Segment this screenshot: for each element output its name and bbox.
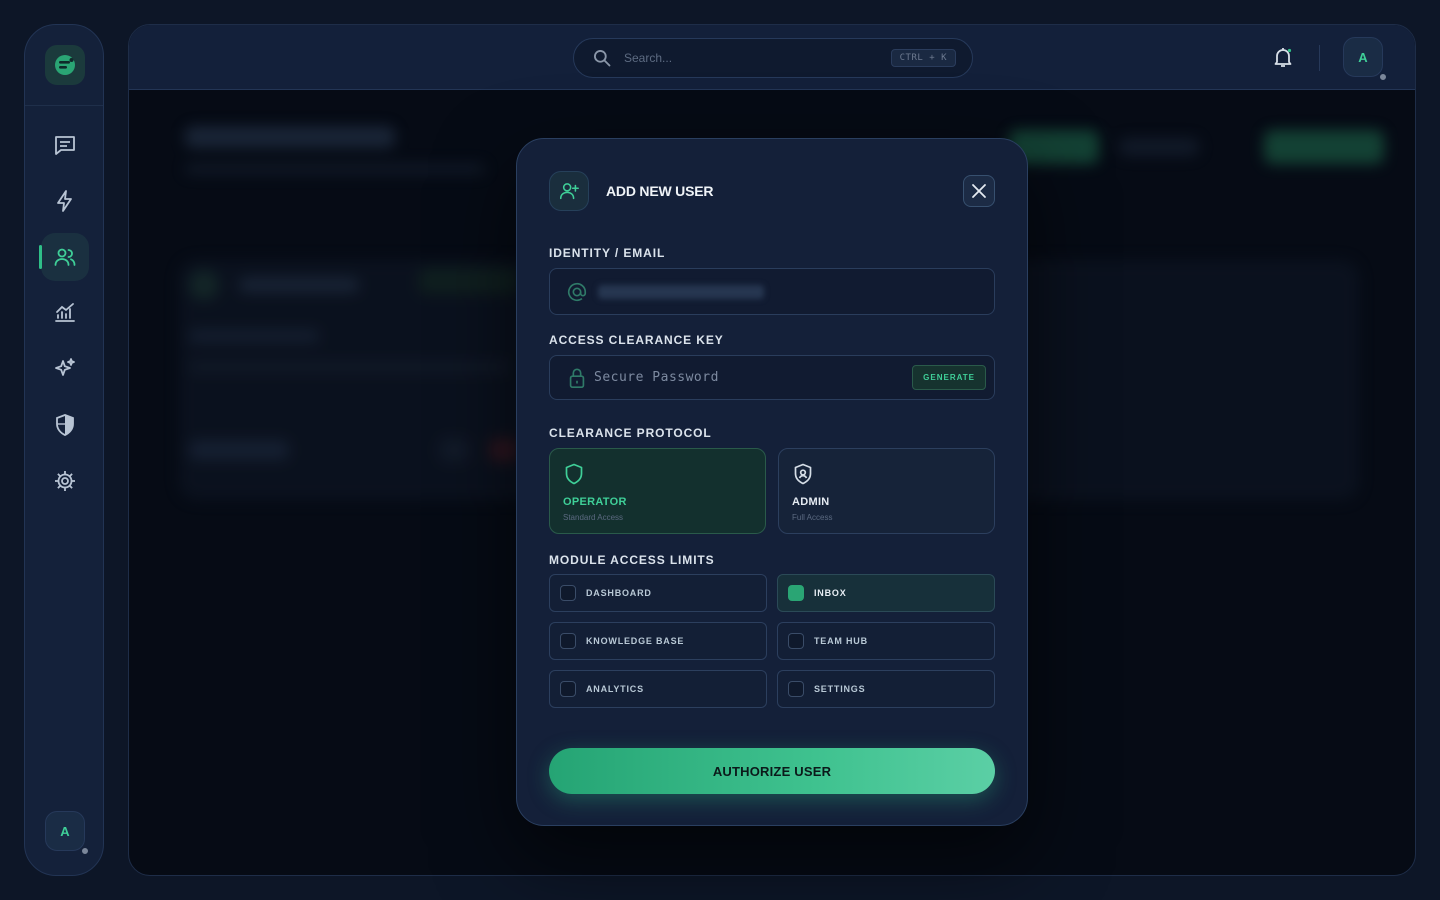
- sidebar-item-settings[interactable]: [41, 457, 89, 505]
- shield-user-icon: [794, 463, 812, 485]
- sidebar-item-ai[interactable]: [41, 345, 89, 393]
- notification-button[interactable]: [1271, 45, 1295, 69]
- email-field[interactable]: [549, 268, 995, 315]
- module-label: ANALYTICS: [586, 684, 644, 694]
- checkbox[interactable]: [560, 681, 576, 697]
- module-checkbox-dashboard[interactable]: DASHBOARD: [549, 574, 767, 612]
- topbar: Search... CTRL + K A: [129, 25, 1415, 90]
- module-checkbox-analytics[interactable]: ANALYTICS: [549, 670, 767, 708]
- search-bar[interactable]: Search... CTRL + K: [573, 38, 973, 78]
- gear-icon: [55, 471, 75, 491]
- divider: [1319, 45, 1320, 71]
- divider: [25, 105, 103, 106]
- role-description: Full Access: [792, 513, 833, 522]
- module-label: INBOX: [814, 588, 847, 598]
- sidebar-item-security[interactable]: [41, 401, 89, 449]
- module-label: SETTINGS: [814, 684, 866, 694]
- module-checkbox-team-hub[interactable]: TEAM HUB: [777, 622, 995, 660]
- modal-icon: [549, 171, 589, 211]
- sidebar: A: [24, 24, 104, 876]
- user-plus-icon: [559, 183, 579, 200]
- checkbox[interactable]: [788, 633, 804, 649]
- module-label: KNOWLEDGE BASE: [586, 636, 685, 646]
- authorize-user-button[interactable]: AUTHORIZE USER: [549, 748, 995, 794]
- checkbox[interactable]: [560, 633, 576, 649]
- search-icon: [594, 50, 611, 67]
- users-icon: [54, 248, 76, 266]
- shield-icon: [565, 463, 583, 485]
- bolt-icon: [57, 190, 72, 212]
- checkbox[interactable]: [788, 681, 804, 697]
- status-dot: [80, 846, 90, 856]
- access-key-label: ACCESS CLEARANCE KEY: [549, 333, 724, 347]
- role-name: ADMIN: [792, 496, 830, 508]
- sparkles-icon: [55, 358, 75, 376]
- sidebar-item-automation[interactable]: [41, 177, 89, 225]
- user-avatar[interactable]: A: [1343, 37, 1388, 82]
- search-shortcut-badge: CTRL + K: [890, 49, 956, 67]
- at-icon: [567, 282, 587, 301]
- role-option-operator[interactable]: OPERATOR Standard Access: [549, 448, 766, 534]
- module-label: TEAM HUB: [814, 636, 868, 646]
- lock-icon: [569, 367, 585, 388]
- chart-icon: [55, 303, 75, 322]
- shield-icon: [56, 414, 74, 436]
- email-value-redacted: [598, 284, 764, 299]
- modules-label: MODULE ACCESS LIMITS: [549, 553, 715, 567]
- password-input[interactable]: Secure Password: [594, 370, 912, 385]
- module-label: DASHBOARD: [586, 588, 652, 598]
- role-option-admin[interactable]: ADMIN Full Access: [778, 448, 995, 534]
- chat-icon: [55, 136, 75, 155]
- module-checkbox-inbox[interactable]: INBOX: [777, 574, 995, 612]
- sidebar-item-users[interactable]: [39, 233, 89, 281]
- sidebar-item-messages[interactable]: [41, 121, 89, 169]
- role-description: Standard Access: [563, 513, 624, 522]
- identity-label: IDENTITY / EMAIL: [549, 246, 666, 260]
- module-checkbox-settings[interactable]: SETTINGS: [777, 670, 995, 708]
- generate-button[interactable]: GENERATE: [912, 365, 986, 390]
- protocol-label: CLEARANCE PROTOCOL: [549, 426, 712, 440]
- role-name: OPERATOR: [563, 496, 627, 508]
- logo[interactable]: [45, 45, 85, 85]
- sidebar-item-analytics[interactable]: [41, 289, 89, 337]
- logo-icon: [55, 55, 75, 75]
- module-checkbox-knowledge-base[interactable]: KNOWLEDGE BASE: [549, 622, 767, 660]
- password-field[interactable]: Secure Password GENERATE: [549, 355, 995, 400]
- modal-title: ADD NEW USER: [606, 183, 714, 199]
- status-dot: [1378, 72, 1388, 82]
- bell-icon: [1274, 48, 1292, 67]
- add-user-modal: ADD NEW USER IDENTITY / EMAIL ACCESS CLE…: [516, 138, 1028, 826]
- avatar[interactable]: A: [45, 811, 90, 856]
- avatar-initial: A: [1358, 49, 1368, 65]
- search-input[interactable]: Search...: [624, 51, 891, 65]
- close-button[interactable]: [963, 175, 995, 207]
- close-icon: [972, 184, 986, 198]
- checkbox[interactable]: [788, 585, 804, 601]
- avatar-initial: A: [60, 823, 70, 839]
- checkbox[interactable]: [560, 585, 576, 601]
